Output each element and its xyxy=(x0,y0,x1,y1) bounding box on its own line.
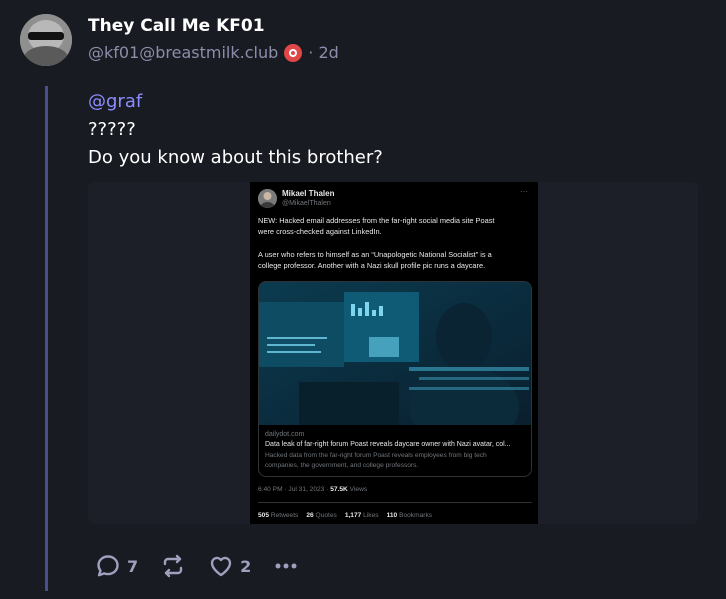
tweet-views-count: 57.5K xyxy=(330,486,348,493)
tweet-author-name: Mikael Thalen xyxy=(282,189,335,198)
more-icon xyxy=(273,553,299,579)
link-card-description: Hacked data from the far-right forum Poa… xyxy=(265,452,487,459)
tweet-text-line: A user who refers to himself as an “Unap… xyxy=(258,250,492,259)
avatar[interactable] xyxy=(20,14,72,66)
instance-badge-icon xyxy=(284,43,303,62)
handle-row: @kf01@breastmilk.club · 2d xyxy=(88,43,339,62)
tweet-author-handle: @MikaelThalen xyxy=(282,200,331,207)
reply-button[interactable]: 7 xyxy=(95,553,138,579)
tweet-divider xyxy=(258,502,532,503)
favourite-button[interactable]: 2 xyxy=(208,553,251,579)
link-card-domain: dailydot.com xyxy=(265,431,305,438)
mention-link[interactable]: @graf xyxy=(88,90,142,114)
tweet-stat: 26 Quotes xyxy=(306,512,337,519)
tweet-text-line: college professor. Another with a Nazi s… xyxy=(258,261,486,270)
favourite-count: 2 xyxy=(240,556,252,576)
tweet-more-icon: ··· xyxy=(520,187,528,196)
thread-line xyxy=(45,86,48,591)
tweet-timestamp: 6:40 PM · Jul 31, 2023 · xyxy=(258,486,329,493)
boost-button[interactable] xyxy=(160,553,186,579)
post-text-line-1: ????? xyxy=(88,119,136,140)
tweet-text-line: were cross-checked against LinkedIn. xyxy=(258,227,382,236)
tweet-author-avatar xyxy=(258,189,277,208)
action-bar: 7 2 xyxy=(95,553,299,579)
link-card-image xyxy=(259,282,531,425)
tweet-meta: 6:40 PM · Jul 31, 2023 · 57.5K Views xyxy=(258,486,367,493)
link-card-title: Data leak of far-right forum Poast revea… xyxy=(265,441,511,448)
tweet-stat: 110 Bookmarks xyxy=(386,512,433,519)
heart-icon xyxy=(208,553,234,579)
more-button[interactable] xyxy=(273,553,299,579)
tweet-stat: 505 Retweets xyxy=(258,512,299,519)
boost-icon xyxy=(160,553,186,579)
post-timestamp[interactable]: · 2d xyxy=(308,43,339,62)
display-name[interactable]: They Call Me KF01 xyxy=(88,16,265,36)
reply-icon xyxy=(95,553,121,579)
post-text-line-2: Do you know about this brother? xyxy=(88,147,383,168)
media-attachment[interactable]: Mikael Thalen @MikaelThalen ··· NEW: Hac… xyxy=(88,182,698,524)
handle[interactable]: @kf01@breastmilk.club xyxy=(88,43,278,62)
link-card: dailydot.com Data leak of far-right foru… xyxy=(258,281,532,477)
tweet-stat: 1,177 Likes xyxy=(344,512,379,519)
tweet-text-line: NEW: Hacked email addresses from the far… xyxy=(258,216,495,225)
reply-count: 7 xyxy=(127,556,139,576)
tweet-views-label: Views xyxy=(349,486,368,493)
tweet-stats: 505 Retweets 26 Quotes 1,177 Likes 110 B… xyxy=(258,512,432,519)
embedded-tweet-screenshot: Mikael Thalen @MikaelThalen ··· NEW: Hac… xyxy=(250,182,538,524)
link-card-description: companies, the government, and college p… xyxy=(265,462,419,469)
